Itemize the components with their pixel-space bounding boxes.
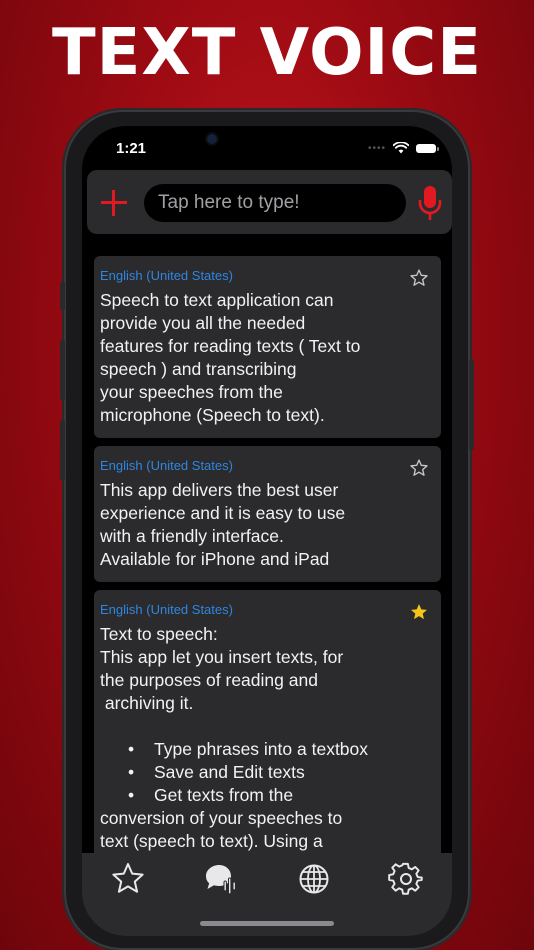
text-line: conversion of your speeches to <box>100 808 343 828</box>
status-icons: •••• <box>367 142 439 154</box>
star-filled-icon[interactable] <box>409 602 429 622</box>
bullet-item: Type phrases into a textbox <box>100 738 435 761</box>
bullet-text: Save and Edit texts <box>154 762 305 782</box>
text-line: the purposes of reading and <box>100 670 318 690</box>
battery-icon <box>416 143 439 153</box>
microphone-icon[interactable] <box>416 184 444 222</box>
headline: TEXT VOICE <box>52 16 482 90</box>
volume-up-button <box>60 340 65 400</box>
home-indicator <box>200 921 334 926</box>
text-line: archiving it. <box>100 693 194 713</box>
language-label: English (United States) <box>100 602 233 617</box>
star-outline-icon[interactable] <box>409 268 429 288</box>
text-line: microphone (Speech to text). <box>100 405 325 425</box>
bullet-text: Get texts from the <box>154 785 294 805</box>
text-input-placeholder: Tap here to type! <box>158 192 300 213</box>
text-line: text (speech to text). Using a <box>100 831 323 851</box>
language-label: English (United States) <box>100 458 233 473</box>
text-line: Text to speech: <box>100 624 218 644</box>
phrase-text: Speech to text application can provide y… <box>100 289 435 427</box>
language-label: English (United States) <box>100 268 233 283</box>
star-outline-icon[interactable] <box>409 458 429 478</box>
bullet-text: Type phrases into a textbox <box>154 739 369 759</box>
text-line: features for reading texts ( Text to <box>100 336 361 356</box>
phrase-text: Text to speech: This app let you insert … <box>100 623 435 853</box>
phrase-card[interactable]: English (United States) Text to speech: … <box>94 590 441 860</box>
signal-icon: •••• <box>367 142 386 154</box>
star-icon[interactable] <box>110 861 146 897</box>
gear-icon[interactable] <box>388 861 424 897</box>
app-screen: 1:21 •••• Tap here to type! English (Uni… <box>82 126 452 936</box>
bullet-item: Save and Edit texts <box>100 761 435 784</box>
camera-icon <box>207 134 217 144</box>
side-button <box>60 282 65 310</box>
volume-down-button <box>60 420 65 480</box>
speech-bubble-icon[interactable] <box>202 861 238 897</box>
wifi-icon <box>393 142 409 154</box>
globe-icon[interactable] <box>296 861 332 897</box>
status-time: 1:21 <box>116 140 147 157</box>
text-line: with a friendly interface. <box>100 526 284 546</box>
text-line: experience and it is easy to use <box>100 503 346 523</box>
text-line: Speech to text application can <box>100 290 334 310</box>
phrase-text: This app delivers the best user experien… <box>100 479 435 571</box>
phrase-card[interactable]: English (United States) Speech to text a… <box>94 256 441 438</box>
bullet-item: Get texts from the <box>100 784 435 807</box>
phrase-card[interactable]: English (United States) This app deliver… <box>94 446 441 582</box>
input-bar: Tap here to type! <box>87 170 452 234</box>
text-input[interactable]: Tap here to type! <box>144 184 406 222</box>
text-line: This app delivers the best user <box>100 480 339 500</box>
power-button <box>469 360 474 450</box>
text-line: This app let you insert texts, for <box>100 647 344 667</box>
text-line: Available for iPhone and iPad <box>100 549 330 569</box>
text-line: speech ) and transcribing <box>100 359 297 379</box>
text-line: provide you all the needed <box>100 313 306 333</box>
add-icon[interactable] <box>99 188 129 218</box>
text-line: your speeches from the <box>100 382 283 402</box>
